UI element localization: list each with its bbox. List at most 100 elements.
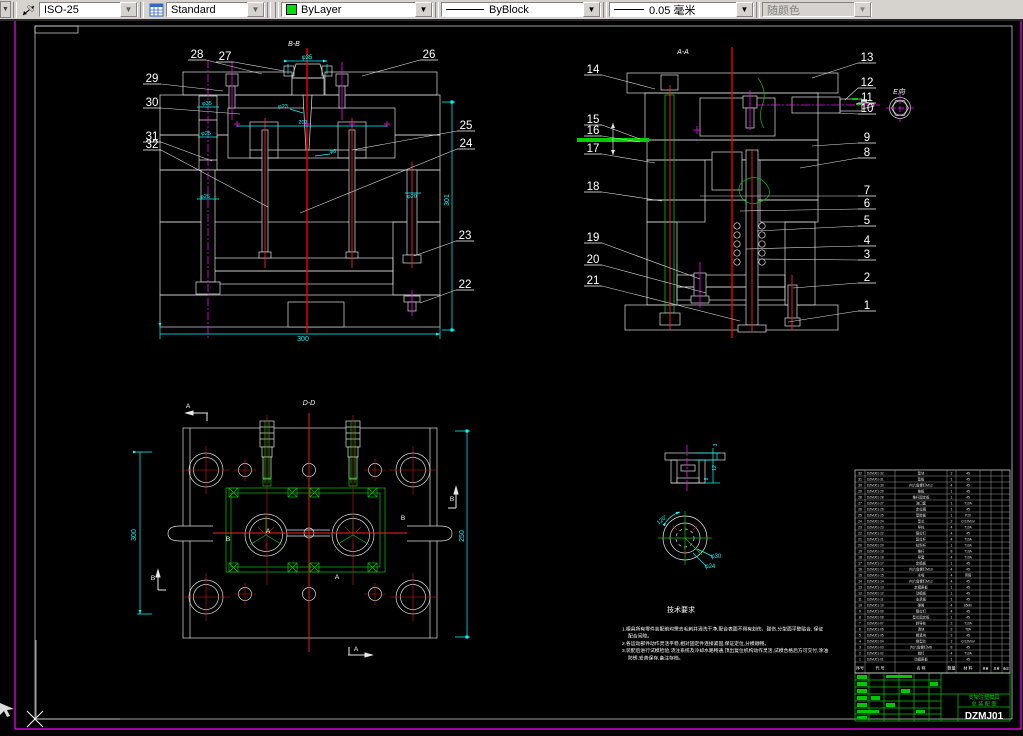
svg-text:滑块: 滑块	[918, 626, 925, 631]
section-letter: A	[354, 646, 359, 653]
svg-text:DZMJ01-09: DZMJ01-09	[867, 609, 884, 613]
text-style-combo[interactable]: Standard ▼	[166, 2, 265, 17]
svg-text:45: 45	[966, 609, 970, 613]
svg-text:4: 4	[951, 579, 953, 583]
svg-text:销钉: 销钉	[918, 650, 925, 655]
text-style-dropdown-arrow[interactable]: ▼	[247, 2, 264, 17]
svg-text:内六角螺钉M12: 内六角螺钉M12	[909, 578, 933, 583]
linetype-dropdown-arrow[interactable]: ▼	[583, 2, 600, 17]
svg-text:14: 14	[858, 579, 862, 583]
svg-text:DZMJ01-02: DZMJ01-02	[867, 651, 884, 655]
svg-text:32: 32	[858, 471, 862, 475]
svg-text:4: 4	[951, 651, 953, 655]
svg-text:DZMJ01-06: DZMJ01-06	[867, 627, 884, 631]
plotstyle-combo: 随颜色 ▼	[762, 2, 872, 17]
dim-text: φ20	[407, 194, 417, 200]
svg-text:2: 2	[859, 651, 861, 655]
section-letter: A	[266, 528, 271, 535]
application-window: ▼ ISO-25 ▼ Standard ▼ ByLayer ▼	[0, 0, 1023, 736]
bom-header: 材 料	[963, 665, 972, 671]
clipped-combo-fragment[interactable]: ▼	[0, 1, 11, 18]
svg-text:26: 26	[858, 507, 862, 511]
svg-text:4: 4	[951, 609, 953, 613]
svg-text:18: 18	[858, 555, 862, 559]
dim-text: φ35	[202, 101, 212, 107]
svg-text:45: 45	[966, 561, 970, 565]
svg-text:DZMJ01-31: DZMJ01-31	[867, 477, 884, 481]
svg-text:1: 1	[951, 489, 953, 493]
svg-text:DZMJ01-21: DZMJ01-21	[867, 537, 884, 541]
bom-header: 备注	[1003, 666, 1009, 671]
svg-text:T10A: T10A	[964, 621, 972, 625]
dim-style-dropdown-arrow[interactable]: ▼	[120, 2, 137, 17]
dim-text: φ25	[200, 194, 210, 200]
color-dropdown-arrow[interactable]: ▼	[415, 2, 432, 17]
section-letter: A	[186, 403, 191, 410]
callout-18: 18	[587, 181, 600, 193]
svg-text:45: 45	[966, 657, 970, 661]
svg-text:内六角螺钉M12: 内六角螺钉M12	[909, 482, 933, 487]
svg-text:垫块: 垫块	[918, 470, 925, 475]
svg-text:29: 29	[858, 489, 862, 493]
svg-text:4: 4	[951, 555, 953, 559]
callout-23: 23	[459, 230, 472, 242]
color-combo[interactable]: ByLayer ▼	[281, 2, 433, 17]
toolbar-separator	[140, 2, 144, 18]
callout-25: 25	[460, 120, 473, 132]
svg-text:DZMJ01-27: DZMJ01-27	[867, 501, 884, 505]
svg-text:定模板: 定模板	[916, 560, 927, 565]
svg-text:DZMJ01-29: DZMJ01-29	[867, 489, 884, 493]
svg-text:45: 45	[966, 585, 970, 589]
svg-text:8: 8	[951, 645, 953, 649]
callout-22: 22	[459, 279, 472, 291]
lineweight-combo[interactable]: 0.05 毫米 ▼	[609, 2, 754, 17]
svg-text:内六角螺钉M10: 内六角螺钉M10	[909, 566, 933, 571]
svg-text:P20: P20	[965, 513, 971, 517]
svg-text:15: 15	[858, 573, 862, 577]
plotstyle-dropdown-arrow: ▼	[854, 2, 871, 17]
svg-text:DZMJ01-30: DZMJ01-30	[867, 483, 884, 487]
callout-8: 8	[864, 147, 870, 159]
lineweight-dropdown-arrow[interactable]: ▼	[736, 2, 753, 17]
lineweight-sample	[614, 9, 644, 10]
svg-text:型芯: 型芯	[918, 518, 925, 523]
svg-text:动模板: 动模板	[916, 590, 927, 595]
svg-text:DZMJ01-03: DZMJ01-03	[867, 645, 884, 649]
dim-text: 301	[444, 194, 451, 206]
drawing-canvas[interactable]: DZMJ01 222324252627282930313212345678910…	[0, 0, 1023, 736]
callout-30: 30	[146, 97, 159, 109]
svg-text:4: 4	[951, 483, 953, 487]
svg-text:27: 27	[858, 501, 862, 505]
svg-text:2: 2	[951, 627, 953, 631]
svg-text:8: 8	[859, 615, 861, 619]
svg-text:限位钉: 限位钉	[916, 530, 927, 535]
dim-text: 202	[298, 120, 307, 126]
callout-12: 12	[861, 77, 874, 89]
svg-text:1: 1	[951, 597, 953, 601]
dimension-style-icon[interactable]	[20, 2, 38, 18]
linetype-combo[interactable]: ByBlock ▼	[441, 2, 601, 17]
svg-text:45: 45	[966, 489, 970, 493]
svg-text:4: 4	[951, 603, 953, 607]
text-style-icon[interactable]	[147, 2, 165, 18]
callout-6: 6	[864, 198, 870, 210]
svg-text:45: 45	[966, 495, 970, 499]
dim-text: 300	[297, 336, 309, 343]
svg-text:4: 4	[951, 567, 953, 571]
callout-19: 19	[587, 232, 600, 244]
callout-4: 4	[864, 235, 871, 247]
svg-text:11: 11	[858, 597, 862, 601]
svg-text:导套: 导套	[918, 554, 925, 559]
svg-text:T10A: T10A	[964, 549, 972, 553]
svg-text:T10A: T10A	[964, 537, 972, 541]
svg-text:45: 45	[966, 507, 970, 511]
notes-title: 技术要求	[667, 605, 695, 614]
callout-7: 7	[864, 185, 870, 197]
svg-text:2: 2	[951, 633, 953, 637]
svg-text:1: 1	[951, 507, 953, 511]
title-block-texts: 支架注塑模具总 装 配 图	[968, 693, 999, 708]
dim-style-combo[interactable]: ISO-25 ▼	[39, 2, 138, 17]
toolbar-separator	[13, 2, 17, 18]
svg-text:45: 45	[966, 531, 970, 535]
toolbar-separator	[435, 2, 439, 18]
